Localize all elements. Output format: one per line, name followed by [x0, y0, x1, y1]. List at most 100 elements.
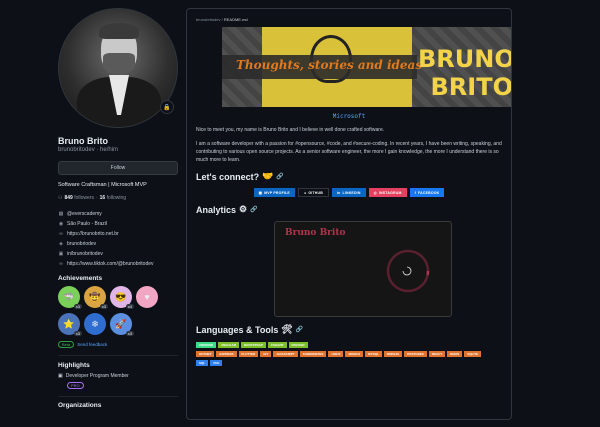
yolo-icon[interactable]: 😎 x4	[110, 286, 134, 309]
anchor-link-icon[interactable]: 🔗	[296, 326, 303, 333]
vcard-text: brunobriodev	[67, 241, 97, 247]
vcard-item[interactable]: ◈ brunobriodev	[58, 239, 178, 249]
github-button[interactable]: ● GITHUB	[297, 188, 329, 197]
tool-badge-postgres[interactable]: POSTGRES	[404, 351, 427, 357]
readme-about: I am a software developer with a passion…	[196, 141, 502, 163]
vcard-item[interactable]: ∞ https://brunobrito.net.br	[58, 229, 178, 239]
tool-badge-nodejs[interactable]: NODEJS	[383, 351, 403, 357]
anchor-link-icon[interactable]: 🔗	[250, 206, 257, 213]
stats-card-title: Bruno Brito	[285, 228, 346, 238]
facebook-button[interactable]: f FACEBOOK	[409, 188, 445, 197]
arctic-code-vault-glyph: ❄	[91, 318, 99, 329]
organization-icon: ▦	[58, 211, 64, 217]
people-icon: ⚇	[58, 195, 63, 201]
vcard-item[interactable]: ◉ São Paulo - Brazil	[58, 219, 178, 229]
stats-rank-ring	[386, 249, 430, 293]
arctic-code-vault-icon[interactable]: ❄	[84, 313, 106, 335]
quickdraw-glyph: 🤠	[89, 291, 101, 302]
followers-count: 849	[64, 195, 73, 201]
gear-icon: ⚙	[239, 204, 248, 214]
profile-login: brunobritodev · he/him	[58, 147, 119, 153]
achievements-grid: 🦈 x3 🤠 x3 😎 x4 ♥ ⭐ x3 ❄ 🚀 x3	[58, 286, 178, 336]
connect-heading: Let's connect? 🤝 🔗	[196, 171, 502, 182]
location-icon: ◉	[58, 221, 64, 227]
pull-shark-icon[interactable]: 🦈 x3	[58, 286, 82, 309]
tool-badge-linux[interactable]: LINUX	[328, 351, 344, 357]
facebook-icon: f	[414, 190, 416, 195]
tools-badge-row: SQL VUE	[196, 360, 496, 366]
analytics-title: Analytics	[196, 204, 237, 215]
profile-sidebar: 🔒 Bruno Brito brunobritodev · he/him Fol…	[58, 8, 178, 409]
linkedin-icon: ▣	[58, 251, 64, 257]
following-link[interactable]: 16 following	[100, 195, 126, 201]
pro-badge: PRO	[67, 382, 84, 389]
vcard-text: https://www.tiktok.com/@brunobritodev	[67, 261, 154, 267]
tool-badge-javascript[interactable]: JAVASCRIPT	[273, 351, 298, 357]
anchor-link-icon[interactable]: 🔗	[276, 173, 283, 180]
vcard-text: in/brunobritodev	[67, 251, 103, 257]
readme-card: brunobritodev / README.md Thoughts, stor…	[186, 8, 512, 420]
tool-badge-flutter[interactable]: FLUTTER	[238, 351, 259, 357]
tool-badge-bootstrap[interactable]: BOOTSTRAP	[241, 342, 266, 348]
achievement-count: x3	[125, 331, 134, 336]
social-buttons: ▦ MVP PROFILE ● GITHUB in LINKEDIN ◎ INSTAGRAM f…	[196, 188, 502, 197]
divider	[58, 355, 178, 356]
achievement-count: x3	[73, 331, 82, 336]
github-stats-card[interactable]: Bruno Brito	[274, 221, 452, 317]
tool-badge-vue[interactable]: VUE	[210, 360, 223, 366]
tool-badge-kubernetes[interactable]: KUBERNETES	[299, 351, 327, 357]
vcard-item[interactable]: ▣ in/brunobritodev	[58, 249, 178, 259]
tool-badge-csharp[interactable]: CSHARP	[267, 342, 287, 348]
tool-badge-express[interactable]: EXPRESS	[216, 351, 237, 357]
link-icon: ∞	[59, 231, 63, 237]
starstruck-icon[interactable]: ⭐ x3	[58, 313, 82, 336]
tool-badge-git[interactable]: GIT	[260, 351, 272, 357]
send-feedback-link[interactable]: Send feedback	[77, 342, 107, 347]
linkedin-button[interactable]: in LINKEDIN	[331, 188, 366, 197]
vcard-item[interactable]: ▦ @everscademy	[58, 209, 178, 219]
banner-name: BRUNO BRITO	[418, 45, 512, 101]
developer-program-item[interactable]: ▣ Developer Program Member	[58, 373, 178, 379]
microsoft-badge: Microsoft	[332, 113, 366, 120]
quickdraw-icon[interactable]: 🤠 x3	[84, 286, 108, 309]
vcard-item[interactable]: ∞ https://www.tiktok.com/@brunobritodev	[58, 259, 178, 269]
languages-tools-badges: ANDROID ANGULAR BOOTSTRAP CSHARP DOCKER DOTNE…	[196, 342, 502, 366]
tool-badge-mysql[interactable]: MYSQL	[365, 351, 382, 357]
follow-button[interactable]: Follow	[58, 161, 178, 175]
tool-badge-docker[interactable]: DOCKER	[288, 342, 308, 348]
readme-path-user-link[interactable]: brunobritodev	[196, 17, 220, 22]
achievement-count: x3	[73, 304, 82, 309]
galaxy-brain-glyph: 🚀	[115, 318, 127, 329]
tool-badge-sqlite[interactable]: SQLITE	[464, 351, 482, 357]
readme-file-link[interactable]: README.md	[224, 17, 248, 22]
instagram-button[interactable]: ◎ INSTAGRAM	[368, 188, 407, 197]
connect-title: Let's connect?	[196, 171, 260, 182]
followers-label: followers	[74, 195, 94, 201]
tools-badge-row: DOTNET EXPRESS FLUTTER GIT JAVASCRIPT KUBERNE…	[196, 351, 496, 357]
link-icon: ∞	[59, 261, 63, 267]
tool-badge-dotnet[interactable]: DOTNET	[196, 351, 215, 357]
achievements-beta-row: Beta Send feedback	[58, 341, 178, 348]
galaxy-brain-icon[interactable]: 🚀 x3	[110, 313, 134, 336]
vcard-text: https://brunobrito.net.br	[67, 231, 119, 237]
readme-file-ext: .md	[240, 17, 248, 22]
status-emoji-button[interactable]: 🔒	[160, 100, 174, 114]
tool-badge-react[interactable]: REACT	[428, 351, 446, 357]
tools-icon: 🛠	[281, 324, 293, 334]
tool-badge-mongo[interactable]: MONGO	[345, 351, 364, 357]
follow-stats: ⚇ 849 followers · 16 following	[58, 195, 178, 201]
tool-badge-sql[interactable]: SQL	[196, 360, 209, 366]
mvp-profile-button[interactable]: ▦ MVP PROFILE	[253, 188, 295, 197]
tool-badge-android[interactable]: ANDROID	[196, 342, 216, 348]
highlights-title: Highlights	[58, 362, 90, 369]
followers-link[interactable]: 849 followers	[64, 195, 93, 201]
readme-breadcrumb: brunobritodev / README.md	[196, 17, 502, 22]
profile-bio: Software Craftsman | Microsoft MVP	[58, 182, 147, 188]
handshake-icon: 🤝	[262, 171, 274, 181]
tool-badge-redis[interactable]: REDIS	[447, 351, 463, 357]
tool-badge-angular[interactable]: ANGULAR	[218, 342, 239, 348]
achievement-count: x3	[99, 304, 108, 309]
mastodon-icon: ◈	[59, 241, 63, 247]
achievements-title[interactable]: Achievements	[58, 275, 178, 282]
heart-icon[interactable]: ♥	[136, 286, 158, 308]
